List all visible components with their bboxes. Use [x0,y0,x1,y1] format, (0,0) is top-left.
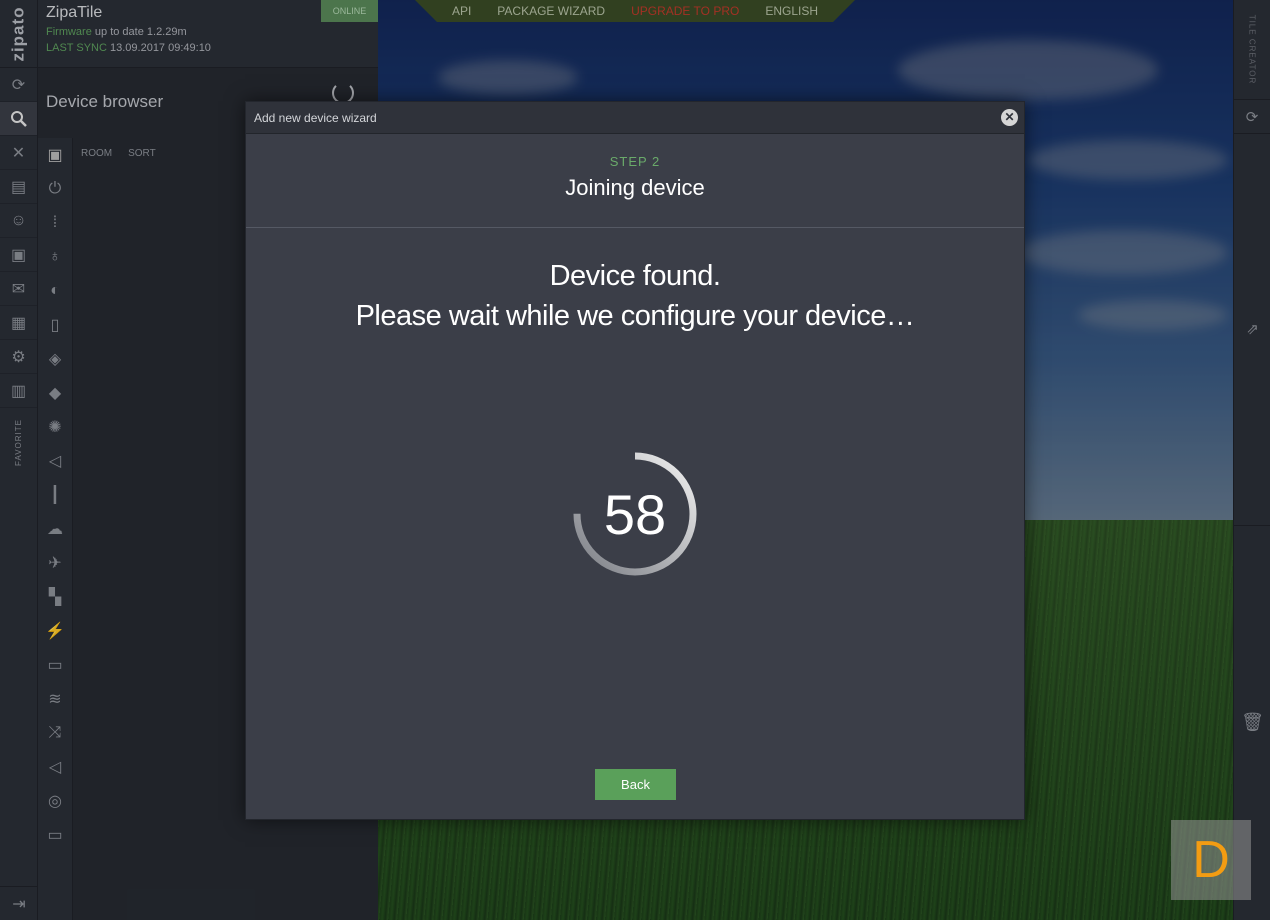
modal-title-bar: Add new device wizard [246,102,1024,134]
countdown-timer: 58 [571,450,699,578]
add-device-wizard-modal: Add new device wizard ✕ STEP 2 Joining d… [245,101,1025,820]
modal-title: Add new device wizard [254,110,377,125]
step-title: Joining device [565,175,705,200]
step-header: STEP 2 Joining device [246,134,1024,228]
step-label: STEP 2 [609,154,661,169]
message-line-2: Please wait while we configure your devi… [355,300,915,332]
back-button[interactable]: Back [595,769,676,800]
message-line-1: Device found. [549,260,721,292]
d-badge[interactable]: D [1171,820,1251,900]
close-icon[interactable]: ✕ [1001,109,1018,126]
status-message: Device found. Please wait while we confi… [246,256,1024,336]
countdown-number: 58 [603,482,667,546]
